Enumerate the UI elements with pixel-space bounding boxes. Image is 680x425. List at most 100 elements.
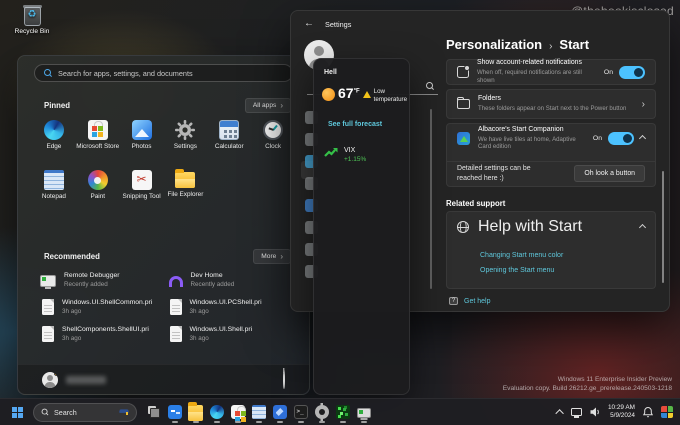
recommended-item[interactable]: Windows.UI.PCShell.pri 3h ago [168,297,296,317]
notification-bell-icon[interactable] [642,406,654,418]
settings-window-scrollbar[interactable] [662,171,664,283]
recommended-heading: Recommended [44,252,100,261]
pinned-app-paint[interactable]: Paint [76,168,120,210]
taskbar-app-edge[interactable] [206,400,227,424]
breadcrumb: Personalization › Start [446,37,589,52]
widgets-flyout: Hell 67°F Low temperature See full forec… [313,58,410,395]
taskbar-app-blue[interactable] [164,400,185,424]
weather-summary[interactable]: 67°F Low temperature [322,86,408,104]
stock-ticker[interactable]: VIX +1.15% [324,147,366,163]
power-icon [283,369,285,389]
edge-icon [209,405,224,419]
pinned-app-calculator[interactable]: Calculator [207,118,251,160]
help-link-opening-start-menu[interactable]: Opening the Start menu [480,267,655,274]
recommended-item[interactable]: ShellComponents.ShellUI.pri 3h ago [40,324,168,344]
photos-icon [131,120,152,140]
stock-symbol: VIX [344,147,356,154]
notifications-toggle[interactable] [619,65,645,79]
toggle-state-label: On [592,134,602,142]
see-full-forecast-link[interactable]: See full forecast [328,121,382,128]
eval-watermark: Windows 11 Enterprise Insider Preview Ev… [503,376,672,394]
temperature-unit: °F [353,88,360,95]
user-account-button[interactable] [42,371,106,388]
snipping-tool-icon [131,170,152,190]
notepad-icon [251,405,266,419]
related-support-heading: Related support [446,199,506,208]
taskbar-app-settings[interactable] [311,400,332,424]
weather-location: Hell [324,69,337,76]
power-button[interactable] [283,369,285,389]
notepad-icon [43,170,64,190]
help-card: Help with Start Changing Start menu colo… [446,211,656,289]
windows-logo-icon [11,406,23,418]
start-companion-header[interactable]: Albacore's Start Companion We have live t… [447,124,655,153]
colorful-tray-icon[interactable] [661,406,673,418]
file-explorer-icon [175,169,196,188]
pinned-app-photos[interactable]: Photos [120,118,164,160]
get-help-link[interactable]: ? Get help [449,297,490,305]
taskbar-app-green[interactable] [332,400,353,424]
recycle-bin-icon [22,5,42,26]
start-companion-detail: Detailed settings can be reached here :)… [447,160,655,186]
pinned-app-edge[interactable]: Edge [32,118,76,160]
tray-chevron-up-icon[interactable] [555,409,564,418]
start-search-input[interactable]: Search for apps, settings, and documents [34,64,293,82]
taskbar-app-file-explorer[interactable] [185,400,206,424]
clock-icon [263,120,284,140]
pinned-app-notepad[interactable]: Notepad [32,168,76,210]
pinned-heading: Pinned [44,101,70,110]
all-apps-button[interactable]: All apps › [244,98,291,113]
document-icon [169,326,182,342]
recommended-item[interactable]: Windows.UI.ShellCommon.pri 3h ago [40,297,168,317]
search-icon [44,69,52,77]
chevron-up-icon[interactable] [638,134,647,142]
desktop: @thebookisclosed Windows 11 Enterprise I… [0,0,680,425]
chevron-right-icon: › [641,98,645,110]
taskbar-app-remote-debugger[interactable] [353,400,374,424]
setting-row-start-companion: Albacore's Start Companion We have live t… [446,123,656,187]
settings-nav-scrollbar[interactable] [430,109,432,289]
taskbar-app-feedback[interactable] [269,400,290,424]
pinned-app-file-explorer[interactable]: File Explorer [163,168,207,210]
speaker-icon[interactable] [589,406,601,418]
recommended-item[interactable]: Remote Debugger Recently added [40,270,168,290]
start-menu: Search for apps, settings, and documents… [17,55,310,395]
task-view-button[interactable] [143,400,164,424]
taskbar-app-terminal[interactable] [290,400,311,424]
document-icon [169,299,182,315]
user-name-redacted [66,375,106,384]
pinned-app-snipping-tool[interactable]: Snipping Tool [120,168,164,210]
more-button[interactable]: More › [253,249,291,264]
pinned-apps-grid: Edge Microsoft Store Photos Settings Cal… [32,118,295,210]
pinned-app-clock[interactable]: Clock [251,118,295,160]
window-title: Settings [325,20,352,29]
search-icon [41,408,49,416]
help-card-header[interactable]: Help with Start [447,212,655,242]
weather-alert: Low temperature [373,88,408,103]
chevron-right-icon: › [280,100,283,110]
recommended-item[interactable]: Dev Home Recently added [168,270,296,290]
recommended-item[interactable]: Windows.UI.Shell.pri 3h ago [168,324,296,344]
breadcrumb-parent[interactable]: Personalization [446,37,542,52]
calculator-icon [219,120,240,140]
notifications-icon [457,65,470,78]
folders-icon [456,96,470,109]
pinned-app-microsoft-store[interactable]: Microsoft Store [76,118,120,160]
back-button[interactable]: ← [304,18,314,29]
tray-clock[interactable]: 10:29 AM 5/9/2024 [608,404,635,421]
taskbar-app-notepad[interactable] [248,400,269,424]
taskbar-search-box[interactable]: Search [33,402,137,422]
display-tray-icon[interactable] [570,408,582,418]
breadcrumb-current: Start [559,37,590,52]
oh-look-a-button[interactable]: Oh look a button [574,165,645,183]
recycle-bin-shortcut[interactable]: Recycle Bin [8,5,56,35]
start-button[interactable] [5,400,29,424]
help-link-start-menu-color[interactable]: Changing Start menu color [480,252,655,259]
remote-debugger-icon [40,274,56,287]
taskbar-app-microsoft-store[interactable] [227,400,248,424]
setting-row-folders[interactable]: Folders These folders appear on Start nex… [446,89,656,119]
pinned-app-settings[interactable]: Settings [163,118,207,160]
settings-gear-icon [175,120,196,140]
document-icon [42,326,54,342]
start-companion-toggle[interactable] [608,131,634,145]
